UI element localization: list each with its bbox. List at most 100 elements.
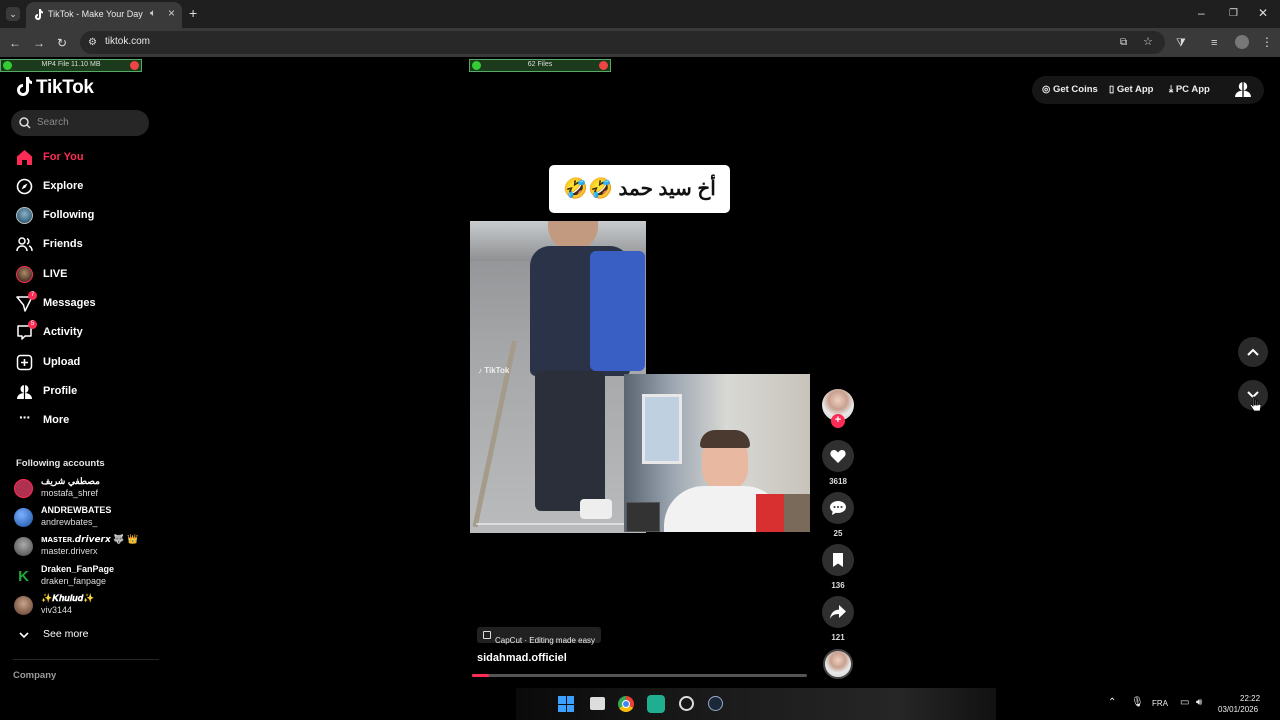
- video-clip-main[interactable]: [470, 221, 646, 533]
- see-more-button[interactable]: See more: [16, 627, 136, 643]
- media-icon[interactable]: ≡: [1211, 36, 1217, 50]
- account-name: ᴍᴀsᴛᴇʀ.𝙙𝙧𝙞𝙫𝙚𝙧𝙭 🐺 👑: [41, 534, 139, 544]
- browser-menu-icon[interactable]: ⋮: [1261, 35, 1273, 49]
- tab-audio-icon[interactable]: 🔈︎: [150, 8, 156, 19]
- video-author[interactable]: sidahmad.officiel: [477, 652, 567, 664]
- pc-app-label: PC App: [1175, 84, 1210, 95]
- company-link[interactable]: Company: [13, 670, 56, 681]
- chevron-up-icon: [1247, 348, 1259, 356]
- video-clip-reaction[interactable]: [624, 374, 810, 532]
- extensions-icon[interactable]: ⧩: [1176, 36, 1186, 50]
- browser-tab-strip: ⌄ TikTok - Make Your Day 🔈︎ × + – ❐ ✕: [0, 0, 1280, 28]
- language-indicator[interactable]: FRA: [1152, 699, 1168, 708]
- get-coins-button[interactable]: ◎ Get Coins: [1042, 84, 1098, 95]
- follow-plus-icon[interactable]: +: [831, 414, 845, 428]
- account-username: master.driverx: [41, 546, 98, 556]
- clock-date[interactable]: 03/01/2026: [1218, 705, 1258, 714]
- tab-search-icon[interactable]: ⌄: [6, 7, 20, 21]
- nav-explore[interactable]: Explore: [16, 176, 146, 198]
- pc-app-button[interactable]: ⤓ PC App: [1169, 84, 1210, 95]
- save-button[interactable]: [822, 544, 854, 576]
- avatar: [14, 537, 33, 556]
- video-progress-bar[interactable]: [472, 674, 807, 677]
- nav-friends[interactable]: Friends: [16, 234, 146, 256]
- nav-following[interactable]: Following: [16, 205, 146, 227]
- share-button[interactable]: [822, 596, 854, 628]
- back-icon[interactable]: ←: [9, 36, 21, 50]
- tiktok-logo-icon: [17, 77, 32, 96]
- download-close-icon[interactable]: [599, 61, 608, 70]
- new-tab-icon[interactable]: +: [189, 6, 197, 20]
- bookmark-star-icon[interactable]: ☆: [1143, 35, 1153, 49]
- download-close-icon[interactable]: [130, 61, 139, 70]
- live-avatar-icon: [16, 266, 33, 283]
- taskbar-center: [516, 688, 996, 720]
- windows-start-icon[interactable]: [558, 696, 574, 712]
- microphone-icon[interactable]: 🎙︎: [1131, 697, 1144, 708]
- nav-live[interactable]: LIVE: [16, 264, 146, 286]
- tab-tiktok[interactable]: TikTok - Make Your Day 🔈︎ ×: [26, 2, 182, 28]
- reload-icon[interactable]: ↻: [57, 36, 67, 50]
- account-item[interactable]: ✨𝑲𝒉𝒖𝒍𝒖𝒅✨ viv3144: [14, 593, 154, 619]
- messages-badge: 7: [28, 291, 37, 300]
- nav-profile[interactable]: Profile: [16, 381, 146, 403]
- nav-more[interactable]: ··· More: [16, 410, 146, 432]
- app-taskbar-icon[interactable]: [647, 695, 665, 713]
- settings-taskbar-icon[interactable]: [679, 696, 694, 711]
- account-item[interactable]: ᴍᴀsᴛᴇʀ.𝙙𝙧𝙞𝙫𝙚𝙧𝙭 🐺 👑 master.driverx: [14, 534, 154, 560]
- forward-icon[interactable]: →: [33, 36, 45, 50]
- get-app-button[interactable]: ▯ Get App: [1109, 84, 1153, 95]
- restore-icon[interactable]: ❐: [1229, 7, 1238, 21]
- file-explorer-icon[interactable]: [590, 697, 605, 710]
- site-info-icon[interactable]: ⚙: [88, 36, 97, 50]
- nav-upload[interactable]: Upload: [16, 352, 146, 374]
- window-close-icon[interactable]: ✕: [1258, 6, 1268, 20]
- comment-button[interactable]: [822, 492, 854, 524]
- home-icon: [17, 150, 32, 165]
- avatar: [14, 479, 33, 498]
- nav-messages[interactable]: 7 Messages: [16, 291, 146, 315]
- shirt-red-stripe: [756, 494, 784, 532]
- install-app-icon[interactable]: ⧉: [1120, 36, 1127, 50]
- nav-label: Messages: [43, 297, 96, 309]
- nav-label: Profile: [43, 385, 78, 397]
- comment-count: 25: [833, 529, 843, 538]
- ellipsis-icon: ···: [19, 409, 31, 425]
- search-input[interactable]: Search: [11, 110, 149, 136]
- tiktok-favicon-icon: [35, 9, 43, 20]
- person-pants: [535, 371, 605, 511]
- tiktok-watermark: ♪ TikTok: [478, 366, 510, 375]
- nav-activity[interactable]: 5 Activity: [16, 320, 146, 344]
- omnibox[interactable]: ⚙ tiktok.com ⧉ ☆: [80, 31, 1165, 54]
- clock-time[interactable]: 22:22: [1240, 694, 1260, 703]
- tray-chevron-icon[interactable]: ⌃: [1108, 697, 1116, 708]
- download-strip-mp4[interactable]: MP4 File 11.10 MB: [0, 59, 142, 72]
- account-item[interactable]: ANDREWBATES andrewbates_: [14, 505, 154, 531]
- compass-icon: [16, 178, 33, 195]
- capcut-tag[interactable]: CapCut · Editing made easy: [477, 627, 602, 645]
- chrome-center-icon: [622, 700, 630, 708]
- share-arrow-icon: [830, 605, 846, 619]
- sound-disc-avatar[interactable]: [823, 649, 853, 679]
- volume-icon[interactable]: 🔊︎: [1196, 697, 1202, 708]
- nav-for-you[interactable]: For You: [16, 147, 146, 169]
- account-item[interactable]: مصطفي شريف mostafa_shref: [14, 476, 154, 502]
- tab-close-icon[interactable]: ×: [168, 6, 175, 20]
- network-icon[interactable]: ▭: [1180, 697, 1189, 708]
- profile-icon: [17, 385, 32, 399]
- mouse-cursor-icon: [1250, 396, 1261, 412]
- download-strip-files[interactable]: 62 Files: [469, 59, 611, 72]
- share-count: 121: [831, 633, 845, 642]
- profile-icon[interactable]: [1234, 80, 1252, 98]
- account-name: ANDREWBATES: [41, 505, 112, 515]
- previous-video-button[interactable]: [1238, 337, 1268, 367]
- heart-icon: [830, 450, 846, 463]
- account-name: Draken_FanPage: [41, 564, 115, 574]
- steam-taskbar-icon[interactable]: [708, 696, 723, 711]
- profile-avatar-icon[interactable]: [1235, 35, 1249, 49]
- like-button[interactable]: [822, 440, 854, 472]
- account-item[interactable]: K Draken_FanPage draken_fanpage: [14, 564, 154, 590]
- url-text: tiktok.com: [105, 36, 151, 47]
- clip-progress: [476, 523, 626, 525]
- minimize-icon[interactable]: –: [1198, 6, 1205, 20]
